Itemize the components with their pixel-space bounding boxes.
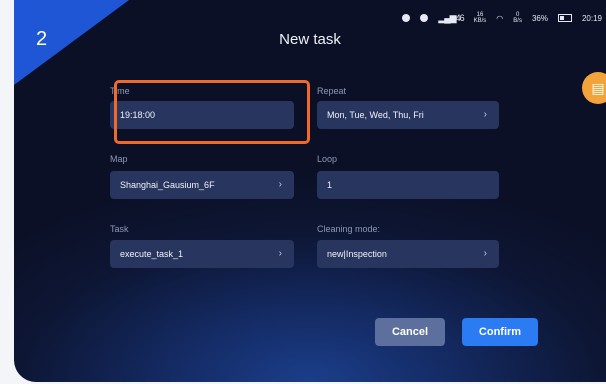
- clock: 20:19: [581, 13, 602, 23]
- cleaning-mode-value: new|Inspection: [327, 249, 387, 259]
- cellular-signal-icon: ▂▄▆46: [438, 12, 465, 23]
- confirm-button[interactable]: Confirm: [462, 318, 538, 346]
- battery-percent: 36%: [531, 13, 548, 23]
- task-label: Task: [110, 224, 129, 234]
- loop-label: Loop: [317, 154, 338, 164]
- cancel-button[interactable]: Cancel: [375, 318, 445, 346]
- data-speed-unit: KB/s: [473, 18, 487, 24]
- cleaning-mode-label: Cleaning mode:: [317, 224, 381, 234]
- chevron-right-icon: ›: [483, 248, 487, 259]
- task-value: execute_task_1: [120, 249, 184, 259]
- map-label: Map: [110, 154, 128, 164]
- status-bar: ▂▄▆46 16 KB/s ◠ 0 B/s 36% 20:19: [402, 12, 602, 24]
- map-value: Shanghai_Gausium_6F: [120, 180, 215, 190]
- time-highlight-box: [114, 80, 310, 144]
- device-screen: 2 ▂▄▆46 16 KB/s ◠ 0 B/s 36% 20:19 New task…: [14, 0, 606, 382]
- cleaning-mode-select[interactable]: new|Inspection ›: [317, 240, 499, 268]
- battery-icon: [557, 14, 572, 22]
- repeat-value: Mon, Tue, Wed, Thu, Fri: [327, 110, 424, 120]
- network-type: 46: [455, 12, 465, 23]
- chevron-right-icon: ›: [483, 109, 487, 120]
- location-icon: [402, 14, 411, 22]
- page-title: New task: [279, 31, 341, 48]
- wifi-speed-unit: B/s: [513, 18, 522, 24]
- loop-value: 1: [327, 180, 333, 190]
- repeat-label: Repeat: [317, 86, 347, 96]
- task-select[interactable]: execute_task_1 ›: [110, 240, 294, 268]
- wifi-icon: ◠: [496, 13, 504, 23]
- notification-icon: [420, 14, 429, 22]
- wifi-speed: 0 B/s: [513, 12, 522, 24]
- chevron-right-icon: ›: [278, 179, 282, 190]
- data-speed: 16 KB/s: [474, 12, 487, 24]
- chevron-right-icon: ›: [278, 248, 282, 259]
- map-select[interactable]: Shanghai_Gausium_6F ›: [110, 171, 294, 199]
- loop-input[interactable]: 1: [317, 171, 499, 199]
- manual-book-icon[interactable]: ▤: [582, 72, 606, 104]
- repeat-field[interactable]: Mon, Tue, Wed, Thu, Fri ›: [317, 101, 499, 129]
